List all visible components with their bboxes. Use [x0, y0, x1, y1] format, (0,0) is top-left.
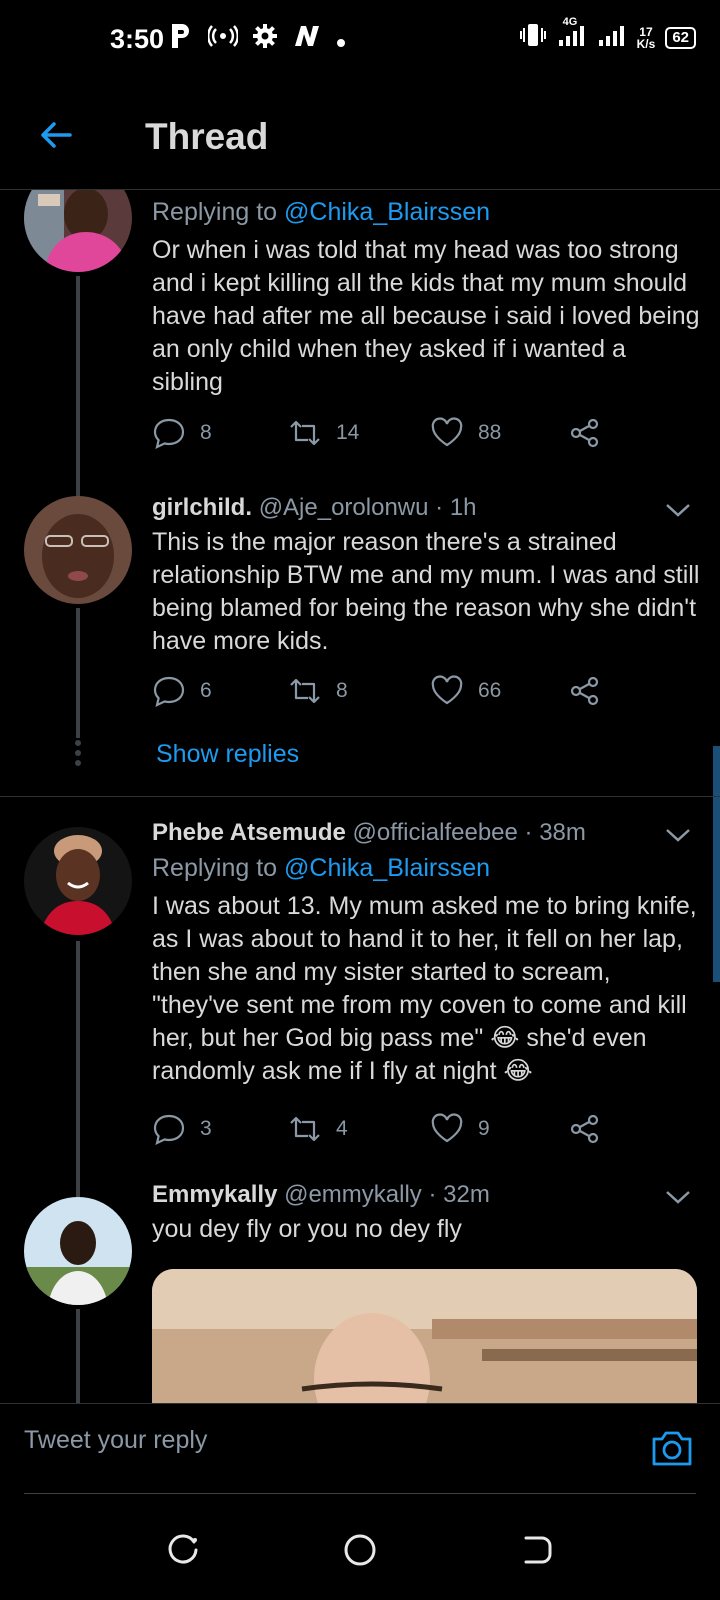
thread-list[interactable]: Replying to @Chika_Blairssen Or when i w… — [0, 190, 720, 1403]
replying-to: Replying to @Chika_Blairssen — [152, 854, 491, 882]
app-n-icon — [292, 24, 322, 55]
retweet-icon — [290, 678, 320, 704]
hotspot-icon — [207, 24, 239, 55]
share-button[interactable] — [568, 674, 602, 708]
thread-line — [76, 1309, 80, 1403]
author-name[interactable]: Phebe Atsemude — [152, 819, 346, 846]
network-speed: 17 K/s — [636, 24, 656, 51]
back-nav-icon[interactable] — [518, 1532, 554, 1568]
battery-indicator: 62 — [665, 26, 696, 49]
reply-count: 8 — [200, 421, 212, 444]
heart-icon — [431, 675, 463, 705]
signal-bars-icon — [597, 22, 627, 53]
share-button[interactable] — [568, 1112, 602, 1146]
thread-line — [76, 1159, 80, 1197]
thread-line — [76, 941, 80, 1159]
retweet-count: 4 — [336, 1117, 348, 1140]
thread-line — [76, 608, 80, 738]
tweet-media-image[interactable] — [152, 1269, 697, 1403]
share-icon — [570, 1114, 599, 1144]
settings-gear-icon — [252, 23, 278, 56]
status-time: 3:50 — [110, 24, 165, 54]
tweet-header: Emmykally @emmykally · 32m — [152, 1181, 490, 1209]
tweet-actions: 8 14 88 — [152, 416, 622, 456]
system-nav-bar — [0, 1500, 720, 1600]
tweet-text: This is the major reason there's a strai… — [152, 528, 700, 655]
tweet-item[interactable]: Replying to @Chika_Blairssen Or when i w… — [0, 190, 720, 490]
avatar[interactable] — [24, 190, 132, 272]
tweet-header: Phebe Atsemude @officialfeebee · 38m — [152, 819, 586, 847]
reply-button[interactable]: 8 — [152, 416, 212, 450]
reply-button[interactable]: 6 — [152, 674, 212, 708]
author-handle[interactable]: @Aje_orolonwu — [259, 494, 429, 521]
reply-button[interactable]: 3 — [152, 1112, 212, 1146]
share-icon — [570, 676, 599, 706]
reply-count: 6 — [200, 679, 212, 702]
recent-apps-icon[interactable] — [166, 1532, 202, 1568]
share-button[interactable] — [568, 416, 602, 450]
more-replies-dots — [74, 740, 82, 770]
mention-link[interactable]: @Chika_Blairssen — [284, 854, 490, 882]
tweet-time: · 38m — [524, 819, 586, 846]
retweet-button[interactable]: 8 — [288, 674, 348, 708]
reply-icon — [153, 418, 185, 449]
tweet-text: you dey fly or you no dey fly — [152, 1215, 462, 1243]
retweet-count: 14 — [336, 421, 360, 444]
heart-icon — [431, 1113, 463, 1143]
retweet-icon — [290, 420, 320, 446]
like-count: 88 — [478, 421, 502, 444]
retweet-icon — [290, 1116, 320, 1142]
camera-icon[interactable] — [650, 1428, 694, 1468]
heart-icon — [431, 417, 463, 447]
page-title: Thread — [145, 116, 269, 157]
tweet-actions: 6 8 66 — [152, 674, 622, 714]
pinterest-icon — [168, 22, 194, 57]
vibrate-icon — [519, 22, 547, 53]
signal-4g-icon: 4G — [557, 16, 587, 53]
mention-link[interactable]: @Chika_Blairssen — [284, 198, 490, 226]
tweet-text: Or when i was told that my head was too … — [152, 236, 700, 396]
avatar[interactable] — [24, 1197, 132, 1305]
replying-to: Replying to @Chika_Blairssen — [152, 198, 491, 226]
status-bar: 3:50 4G 17 K/s 62 — [0, 0, 720, 80]
author-name[interactable]: girlchild. — [152, 494, 252, 521]
author-handle[interactable]: @officialfeebee — [353, 819, 518, 846]
reply-input[interactable]: Tweet your reply — [24, 1426, 207, 1455]
notification-dot-icon — [336, 24, 346, 55]
chevron-down-icon[interactable] — [664, 1187, 692, 1207]
home-icon[interactable] — [342, 1532, 378, 1568]
avatar[interactable] — [24, 496, 132, 604]
avatar[interactable] — [24, 827, 132, 935]
reply-icon — [153, 676, 185, 707]
reply-icon — [153, 1114, 185, 1145]
like-button[interactable]: 66 — [430, 674, 501, 708]
app-header: Thread — [0, 80, 720, 190]
like-count: 66 — [478, 679, 502, 702]
author-name[interactable]: Emmykally — [152, 1181, 277, 1208]
tweet-actions: 3 4 9 — [152, 1112, 622, 1152]
like-button[interactable]: 88 — [430, 416, 501, 450]
like-button[interactable]: 9 — [430, 1112, 490, 1146]
chevron-down-icon[interactable] — [664, 825, 692, 845]
tweet-header: girlchild. @Aje_orolonwu · 1h — [152, 494, 477, 522]
reply-count: 3 — [200, 1117, 212, 1140]
tweet-item[interactable]: girlchild. @Aje_orolonwu · 1h This is th… — [0, 490, 720, 796]
retweet-button[interactable]: 14 — [288, 416, 359, 450]
like-count: 9 — [478, 1117, 490, 1140]
tweet-item[interactable]: Phebe Atsemude @officialfeebee · 38m Rep… — [0, 797, 720, 1159]
reply-bar: Tweet your reply — [0, 1403, 720, 1493]
retweet-count: 8 — [336, 679, 348, 702]
back-arrow-icon[interactable] — [36, 115, 76, 155]
tweet-item[interactable]: Emmykally @emmykally · 32m you dey fly o… — [0, 1159, 720, 1403]
tweet-time: · 32m — [428, 1181, 490, 1208]
share-icon — [570, 418, 599, 448]
reply-underline — [24, 1493, 696, 1494]
show-replies-link[interactable]: Show replies — [156, 740, 299, 769]
tweet-text: I was about 13. My mum asked me to bring… — [152, 892, 697, 1085]
author-handle[interactable]: @emmykally — [284, 1181, 422, 1208]
tweet-time: · 1h — [435, 494, 477, 521]
retweet-button[interactable]: 4 — [288, 1112, 348, 1146]
thread-line — [76, 276, 80, 490]
chevron-down-icon[interactable] — [664, 500, 692, 520]
